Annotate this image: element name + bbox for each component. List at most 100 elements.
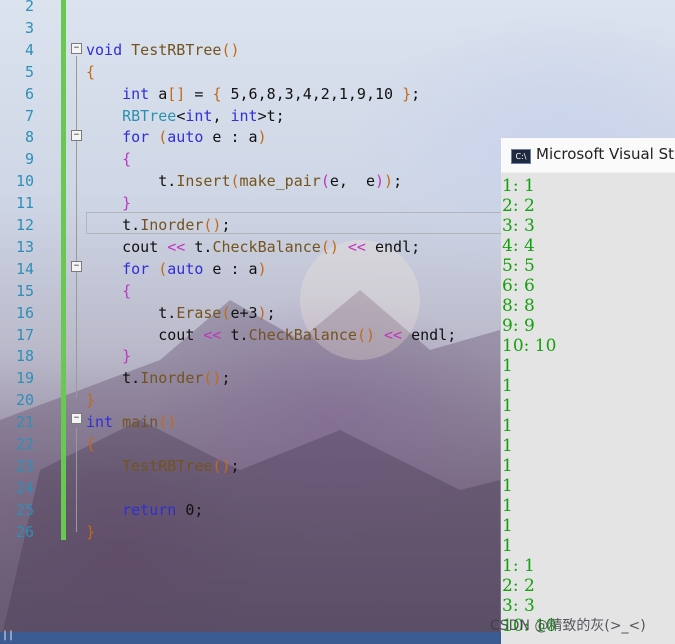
code-token: ; xyxy=(230,456,240,475)
line-number: 7 xyxy=(24,106,34,125)
code-token: << xyxy=(167,237,186,256)
code-token: ( xyxy=(230,172,240,191)
line-number: 2 xyxy=(24,0,34,15)
line-number: 26 xyxy=(15,522,34,541)
code-token: ) xyxy=(257,128,267,147)
code-line: void TestRBTree() xyxy=(86,40,240,62)
code-token: << xyxy=(347,237,366,256)
code-line: t.Erase(e+3); xyxy=(86,303,275,325)
line-number: 3 xyxy=(24,18,34,37)
code-token: { xyxy=(86,435,96,453)
code-token: t. xyxy=(86,216,141,234)
line-number: 21 xyxy=(15,413,34,432)
console-app-icon: C:\ xyxy=(511,149,531,164)
code-token: make_pair xyxy=(239,172,321,191)
code-line: RBTree<int, int>t; xyxy=(86,106,285,128)
code-token: ; xyxy=(411,84,421,103)
line-number: 16 xyxy=(15,303,34,322)
console-window[interactable]: C:\ Microsoft Visual Stu 1: 1 2: 2 3: 3 4: … xyxy=(501,138,675,644)
console-output-line: 1 xyxy=(502,376,513,396)
fold-toggle-icon[interactable]: − xyxy=(71,261,82,272)
code-token: ( xyxy=(158,259,168,278)
code-token: t. xyxy=(86,172,177,191)
code-token: for xyxy=(122,259,150,278)
code-token: () xyxy=(158,413,177,432)
fold-toggle-icon[interactable]: − xyxy=(71,130,82,141)
console-output-line: 5: 5 xyxy=(502,256,535,276)
code-token: << xyxy=(203,325,222,344)
console-output-line: 2: 2 xyxy=(502,576,535,596)
code-line: t.Inorder(); xyxy=(86,368,231,390)
console-output-line: 1: 1 xyxy=(502,556,535,576)
code-token: e, e xyxy=(329,172,375,191)
code-token: TestRBTree xyxy=(122,456,213,475)
line-number: 12 xyxy=(15,216,34,234)
code-line: cout << t.CheckBalance() << endl; xyxy=(86,325,456,347)
fold-guide-line-main xyxy=(76,428,77,532)
code-token: auto xyxy=(167,128,204,147)
code-token: t. xyxy=(86,369,141,388)
code-line: t.Inorder(); xyxy=(86,215,231,237)
code-token: main xyxy=(113,413,159,432)
fold-toggle-icon[interactable]: − xyxy=(71,43,82,54)
line-number: 17 xyxy=(15,325,34,344)
line-number: 25 xyxy=(15,500,34,519)
line-number: 5 xyxy=(24,62,34,81)
code-token: () xyxy=(203,369,222,388)
code-token: e : a xyxy=(203,128,258,147)
code-token: ( xyxy=(320,172,330,191)
console-output-line: 1 xyxy=(502,516,513,536)
line-number: 20 xyxy=(15,391,34,410)
console-output-line: 1 xyxy=(502,436,513,456)
code-token: () xyxy=(203,216,222,234)
console-output-line: 8: 8 xyxy=(502,296,535,316)
code-token: ; xyxy=(221,369,231,388)
code-token: int xyxy=(230,106,258,125)
fold-toggle-icon[interactable]: − xyxy=(71,413,82,424)
console-title-bar[interactable]: C:\ Microsoft Visual Stu xyxy=(501,138,675,173)
code-token: 0; xyxy=(176,500,204,519)
code-token: ) xyxy=(257,259,267,278)
console-output-line: 3: 3 xyxy=(502,216,535,236)
code-token: e+3 xyxy=(230,303,258,322)
code-line: TestRBTree(); xyxy=(86,456,240,478)
code-token: { xyxy=(86,62,96,81)
watermark: CSDN @精致的灰(>_<) xyxy=(490,618,646,634)
code-token: ; xyxy=(221,216,231,234)
code-line: } xyxy=(86,522,95,544)
code-line: { xyxy=(86,434,95,456)
console-output-line: 10: 10 xyxy=(502,336,557,356)
console-output: 1: 1 2: 2 3: 3 4: 4 5: 5 6: 6 8: 8 9: 9 10: 10 1 1… xyxy=(501,172,675,644)
code-token: ( xyxy=(221,303,231,322)
code-token: a xyxy=(149,84,168,103)
code-line: } xyxy=(86,346,131,368)
line-number: 19 xyxy=(15,369,34,388)
console-output-line: 1 xyxy=(502,456,513,476)
code-token: { xyxy=(122,150,132,169)
code-token: Erase xyxy=(176,303,222,322)
console-output-line: 2: 2 xyxy=(502,196,535,216)
code-token: int xyxy=(86,413,114,432)
code-line: { xyxy=(86,62,95,84)
line-number: 14 xyxy=(15,259,34,278)
code-line: int a[] = { 5,6,8,3,4,2,1,9,10 }; xyxy=(86,84,420,106)
line-number: 15 xyxy=(15,281,34,300)
code-token: } xyxy=(86,391,96,410)
code-token: Inorder xyxy=(140,216,204,234)
code-token: CheckBalance xyxy=(248,325,357,344)
code-token: for xyxy=(122,128,150,147)
code-token: endl; xyxy=(365,237,421,256)
code-line: for (auto e : a) xyxy=(86,127,267,149)
code-token: int xyxy=(122,84,150,103)
code-line: return 0; xyxy=(86,500,203,522)
fold-guide-line xyxy=(76,56,77,398)
code-token: TestRBTree xyxy=(122,40,222,59)
code-token: Inorder xyxy=(140,369,204,388)
